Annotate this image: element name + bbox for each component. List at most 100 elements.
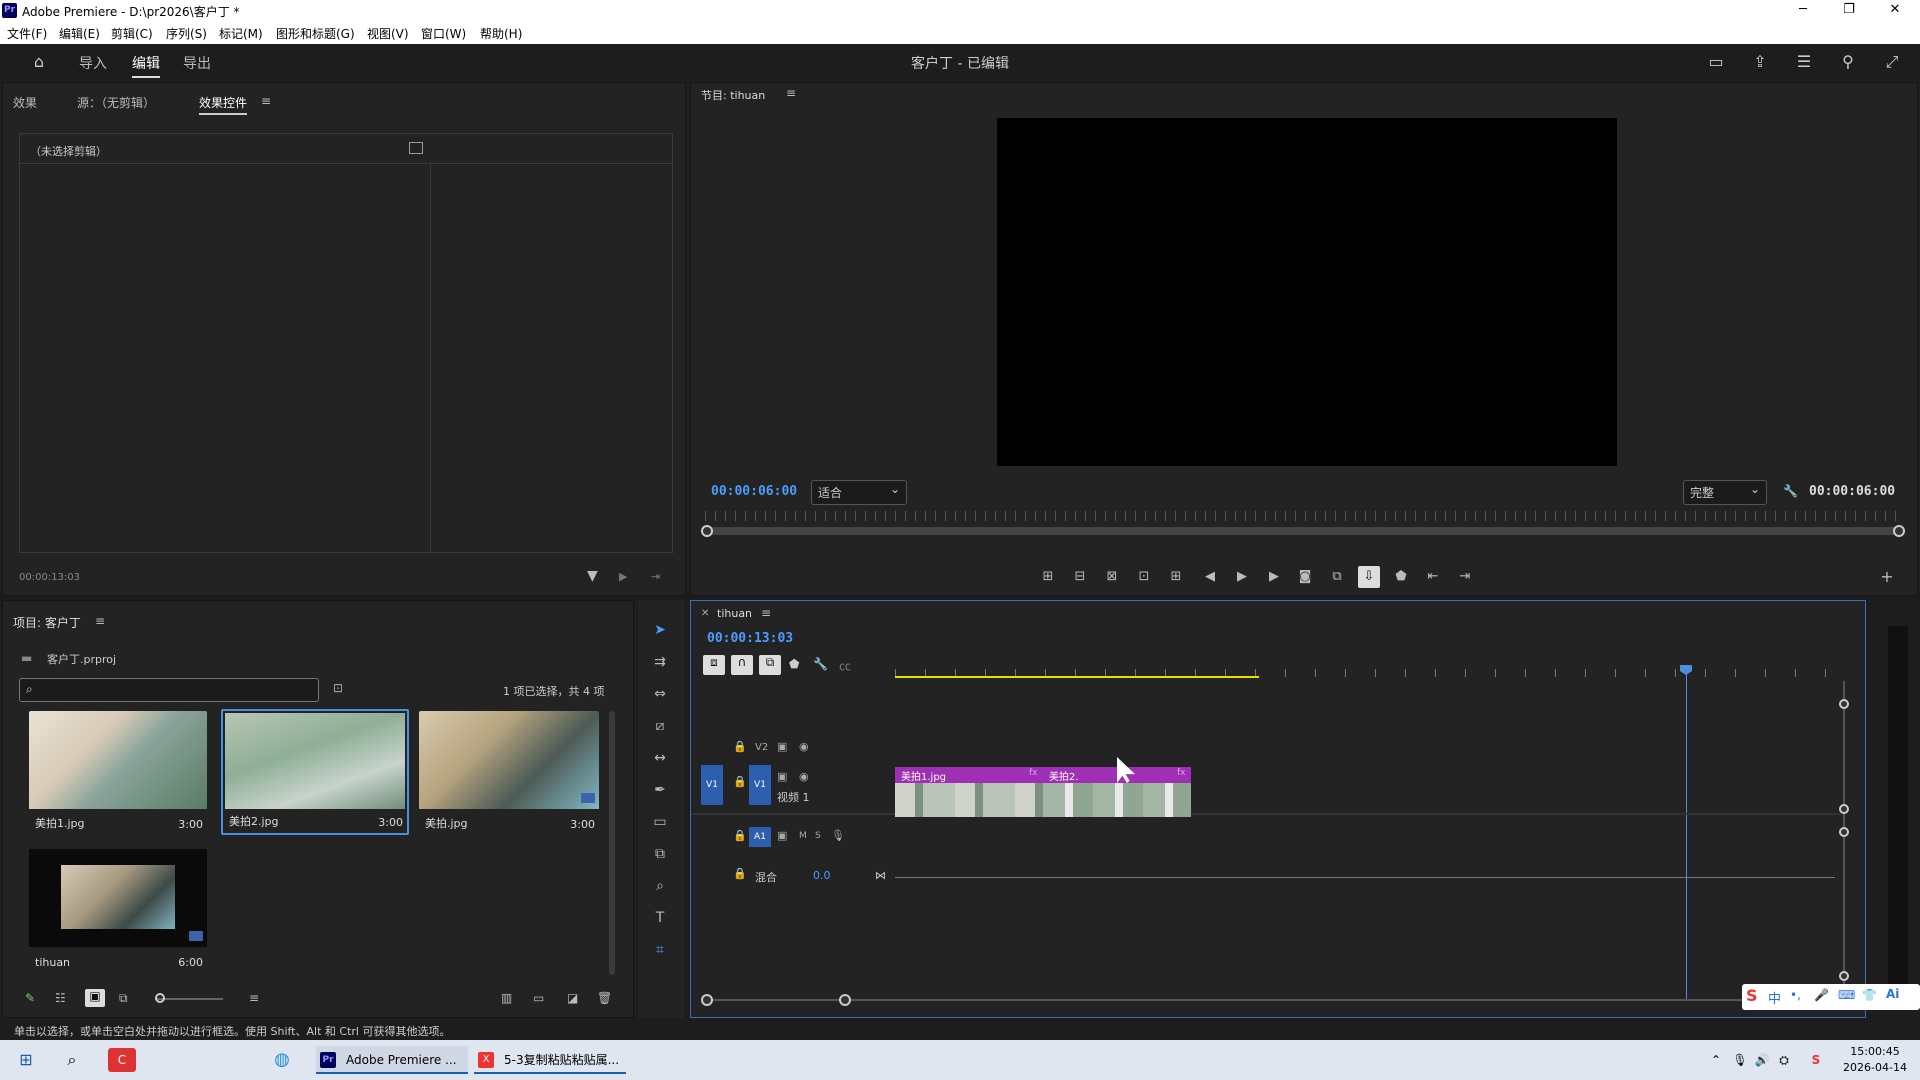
minimize-icon[interactable]: ─ (1780, 0, 1826, 22)
close-sequence-icon[interactable]: ✕ (701, 608, 709, 619)
workspace-icon[interactable]: ▭ (1706, 52, 1726, 72)
timeline-timecode[interactable]: 00:00:13:03 (707, 631, 793, 646)
sort-icon[interactable]: ≡ (249, 991, 259, 1005)
network-icon[interactable]: ⛭ (1776, 1046, 1792, 1074)
horizontal-scroll-track[interactable] (707, 999, 1837, 1001)
work-area-bar[interactable] (895, 676, 1259, 678)
playhead-line[interactable] (1686, 673, 1687, 999)
add-marker-icon[interactable]: ⬟ (789, 657, 799, 671)
automate-icon[interactable]: ▥ (501, 991, 512, 1005)
sync-lock-icon[interactable]: ▣ (777, 770, 787, 783)
maximize-icon[interactable]: ❐ (1826, 0, 1872, 22)
filter-icon[interactable]: ▼ (587, 568, 598, 584)
go-to-in-icon[interactable]: ⇤ (1422, 566, 1444, 588)
menu-sequence[interactable]: 序列(S) (166, 25, 207, 42)
step-back-icon[interactable]: ◀ (1199, 566, 1221, 588)
zoom-select[interactable]: 适合 ⌄ (811, 480, 907, 505)
media-item[interactable]: tihuan 6:00 (29, 849, 207, 973)
go-to-out-icon[interactable]: ⇥ (1454, 566, 1476, 588)
share-icon[interactable]: ⇪ (1750, 52, 1770, 72)
pen-tool-icon[interactable]: ✒ (648, 778, 672, 802)
menu-clip[interactable]: 剪辑(C) (111, 25, 153, 42)
marker-icon[interactable]: ⬟ (1390, 566, 1412, 588)
zoom-handle-right[interactable] (839, 994, 851, 1006)
snap-icon[interactable]: ∩ (731, 655, 753, 675)
panel-menu-icon[interactable]: ≡ (761, 606, 771, 620)
tab-effects[interactable]: 效果 (13, 94, 37, 111)
mark-in-icon[interactable]: ⊟ (1069, 566, 1091, 588)
new-folder-icon[interactable]: ▭ (533, 991, 544, 1005)
media-item[interactable]: 美拍1.jpg 3:00 (29, 711, 207, 835)
sogou-tray-icon[interactable]: S (1806, 1046, 1826, 1074)
search-help-icon[interactable]: ⚲ (1838, 52, 1858, 72)
new-bin-icon[interactable]: ⊡ (333, 681, 343, 695)
zoom-handle-left[interactable] (701, 994, 713, 1006)
add-button-icon[interactable]: + (1876, 566, 1898, 588)
lock-icon[interactable]: 🔒 (733, 829, 747, 842)
windows-start-icon[interactable]: ⊞ (12, 1046, 40, 1074)
lift-icon[interactable]: ⊡ (1133, 566, 1155, 588)
zoom-handle-right[interactable] (1893, 525, 1905, 537)
clock[interactable]: 15:00:45 2026-04-14 (1838, 1044, 1912, 1076)
pencil-icon[interactable]: ✎ (25, 991, 35, 1005)
project-scrollbar[interactable] (609, 711, 615, 975)
scroll-handle[interactable] (1839, 699, 1849, 709)
menu-graphics[interactable]: 图形和标题(G) (276, 25, 355, 42)
ime-mode[interactable]: 中 (1768, 988, 1781, 1007)
sync-lock-icon[interactable]: ▣ (777, 740, 787, 753)
clear-in-icon[interactable]: ⊠ (1101, 566, 1123, 588)
microphone-icon[interactable]: 🎤 (1814, 988, 1829, 1002)
menu-marker[interactable]: 标记(M) (219, 25, 263, 42)
ai-icon[interactable]: Ai (1886, 987, 1899, 1001)
play-audio-icon[interactable]: ▶ (619, 570, 627, 583)
toggle-timeline-icon[interactable] (409, 142, 423, 154)
new-item-icon[interactable]: ◪ (567, 991, 578, 1005)
razor-tool-icon[interactable]: ⧄ (648, 714, 672, 738)
camera-icon[interactable]: ◙ (1294, 566, 1316, 588)
keyboard-icon[interactable]: ⌨ (1838, 988, 1855, 1002)
list-view-icon[interactable]: ☷ (55, 991, 66, 1005)
tray-expand-icon[interactable]: ⌃ (1708, 1046, 1724, 1074)
track-v2-label[interactable]: V2 (755, 742, 768, 753)
export-frame-icon[interactable]: ⇩ (1358, 566, 1380, 588)
scroll-handle[interactable] (1839, 804, 1849, 814)
play-icon[interactable]: ▶ (1231, 566, 1253, 588)
sequence-tab[interactable]: tihuan (717, 607, 752, 620)
vertical-scroll-track[interactable] (1843, 681, 1845, 1003)
menu-help[interactable]: 帮助(H) (480, 25, 522, 42)
search-input[interactable] (44, 681, 314, 699)
freeform-view-icon[interactable]: ⧉ (119, 991, 128, 1006)
media-item-selected[interactable]: 美拍2.jpg 3:00 (221, 709, 409, 835)
thumbnail-size-slider[interactable] (155, 998, 223, 1000)
zoom-handle-left[interactable] (701, 525, 713, 537)
slip-tool-icon[interactable]: ↔ (648, 746, 672, 770)
captions-tool-icon[interactable]: ⌗ (648, 938, 672, 962)
menu-edit[interactable]: 编辑(E) (59, 25, 100, 42)
clip[interactable]: 美拍1.jpg fx (895, 767, 1043, 817)
search-input-box[interactable]: ⌕ (19, 678, 319, 702)
app-icon[interactable]: C (108, 1048, 136, 1072)
panel-menu-icon[interactable]: ≡ (95, 614, 105, 628)
time-ruler[interactable] (705, 511, 1901, 521)
volume-icon[interactable]: 🔊 (1754, 1046, 1770, 1074)
lock-icon[interactable]: 🔒 (733, 740, 747, 753)
ripple-edit-tool-icon[interactable]: ⇔ (648, 682, 672, 706)
nest-icon[interactable]: ⧈ (703, 655, 725, 675)
track-target-v1[interactable]: V1 (749, 765, 771, 805)
export-icon[interactable]: ⇥ (651, 570, 660, 583)
track-select-tool-icon[interactable]: ⇉ (648, 650, 672, 674)
linked-select-icon[interactable]: ⧉ (759, 655, 781, 675)
lock-icon[interactable]: 🔒 (733, 775, 747, 788)
menu-view[interactable]: 视图(V) (367, 25, 409, 42)
go-to-end-icon[interactable]: ⋈ (875, 869, 886, 882)
add-marker-in-icon[interactable]: ⊞ (1037, 566, 1059, 588)
scroll-handle[interactable] (1839, 827, 1849, 837)
panels-icon[interactable]: ☰ (1794, 52, 1814, 72)
zoom-scroll-bar[interactable] (705, 527, 1901, 535)
tab-effect-controls[interactable]: 效果控件 (199, 94, 248, 115)
eye-icon[interactable]: ◉ (799, 770, 809, 783)
punctuation-icon[interactable]: •, (1790, 988, 1801, 1002)
selection-tool-icon[interactable]: ➤ (648, 618, 672, 642)
comparison-icon[interactable]: ⧉ (1326, 566, 1348, 588)
menu-window[interactable]: 窗口(W) (421, 25, 466, 42)
